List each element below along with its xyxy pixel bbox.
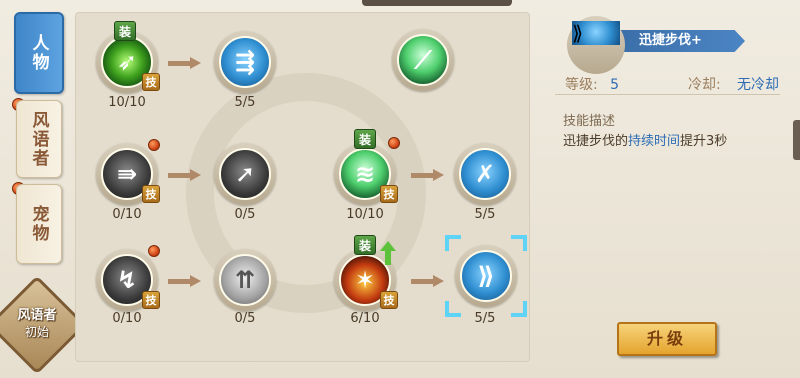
upgrade-button-label: 升级 — [646, 329, 687, 348]
arrow-right-icon — [168, 169, 202, 181]
skill-level: 5/5 — [234, 95, 256, 110]
description-suffix: 提升3秒 — [680, 134, 728, 149]
class-badge-subtitle: 初始 — [24, 325, 49, 339]
tab-character-label: 人物 — [28, 34, 49, 72]
tab-windspeaker-label: 风语者 — [28, 110, 49, 168]
alert-dot — [388, 137, 400, 149]
level-value: 5 — [610, 77, 620, 93]
skill-node[interactable]: ✗ — [454, 143, 516, 205]
skill-node[interactable]: ⟋ — [392, 29, 454, 91]
level-label: 等级: — [565, 77, 598, 93]
skill-tag: 技 — [380, 185, 398, 203]
skill-name-banner: 迅捷步伐+ — [615, 30, 745, 52]
description-prefix: 迅捷步伐的 — [563, 134, 629, 149]
skill-tag: 技 — [142, 185, 160, 203]
skill-node-selected[interactable]: ⟫ — [455, 245, 517, 307]
skill-node[interactable]: ➚ — [214, 143, 276, 205]
skill-level: 0/10 — [112, 311, 142, 326]
skill-name: 迅捷步伐+ — [639, 33, 702, 48]
arrow-right-icon — [168, 275, 202, 287]
skill-node[interactable]: ⇈ — [214, 249, 276, 311]
skill-level: 6/10 — [350, 311, 380, 326]
class-badge-text: 风语者 初始 — [2, 308, 72, 340]
upgrade-available-icon — [380, 241, 396, 265]
skill-tag: 技 — [142, 73, 160, 91]
equip-tag: 装 — [114, 21, 136, 41]
skill-level: 0/5 — [234, 207, 256, 222]
skill-tag: 技 — [142, 291, 160, 309]
skill-level: 5/5 — [474, 207, 496, 222]
tab-windspeaker[interactable]: 风语者 — [16, 100, 62, 178]
class-badge-title: 风语者 — [17, 308, 57, 323]
equip-tag: 装 — [354, 235, 376, 255]
description-highlight: 持续时间 — [628, 134, 681, 149]
skill-tree: ➶ 装 技 10/10 ⇶ 5/5 ⟋ ⇛ 技 0/10 ➚ 0/5 ≋ 装 技… — [75, 12, 530, 362]
arrow-right-icon — [411, 169, 445, 181]
crossed-arrows-icon: ✗ — [459, 148, 511, 200]
side-handle[interactable] — [793, 120, 800, 160]
skill-level: 0/5 — [234, 311, 256, 326]
skill-description: 迅捷步伐的持续时间提升3秒 — [563, 130, 727, 149]
skill-level: 10/10 — [346, 207, 384, 222]
top-handle — [362, 0, 512, 6]
piercing-arrow-icon: ➚ — [219, 148, 271, 200]
swift-step-icon: ⟫ — [572, 21, 620, 45]
upgrade-button[interactable]: 升级 — [617, 322, 717, 356]
skill-detail-panel: 迅捷步伐+ ⟫ 等级: 5 冷却: 无冷却 技能描述 迅捷步伐的持续时间提升3秒… — [545, 12, 790, 362]
detail-icon-frame: ⟫ — [567, 16, 625, 74]
skill-tag: 技 — [380, 291, 398, 309]
skill-level: 0/10 — [112, 207, 142, 222]
skill-level: 5/5 — [474, 311, 496, 326]
alert-dot — [148, 139, 160, 151]
skill-node[interactable]: ⇶ — [214, 31, 276, 93]
tab-character[interactable]: 人物 — [14, 12, 64, 94]
cooldown-label: 冷却: — [688, 77, 721, 93]
arrow-volley-icon: ⇶ — [219, 36, 271, 88]
skill-level: 10/10 — [108, 95, 146, 110]
tab-pet[interactable]: 宠物 — [16, 184, 62, 264]
divider — [555, 94, 780, 95]
trident-icon: ⇈ — [219, 254, 271, 306]
cooldown-value: 无冷却 — [737, 77, 779, 93]
green-slash-icon: ⟋ — [397, 34, 449, 86]
alert-dot — [148, 245, 160, 257]
swift-step-icon: ⟫ — [460, 250, 512, 302]
description-title: 技能描述 — [563, 114, 616, 129]
skill-stats: 等级: 5 冷却: 无冷却 — [565, 74, 785, 94]
arrow-right-icon — [411, 275, 445, 287]
tab-pet-label: 宠物 — [28, 205, 49, 243]
arrow-right-icon — [168, 57, 202, 69]
equip-tag: 装 — [354, 129, 376, 149]
